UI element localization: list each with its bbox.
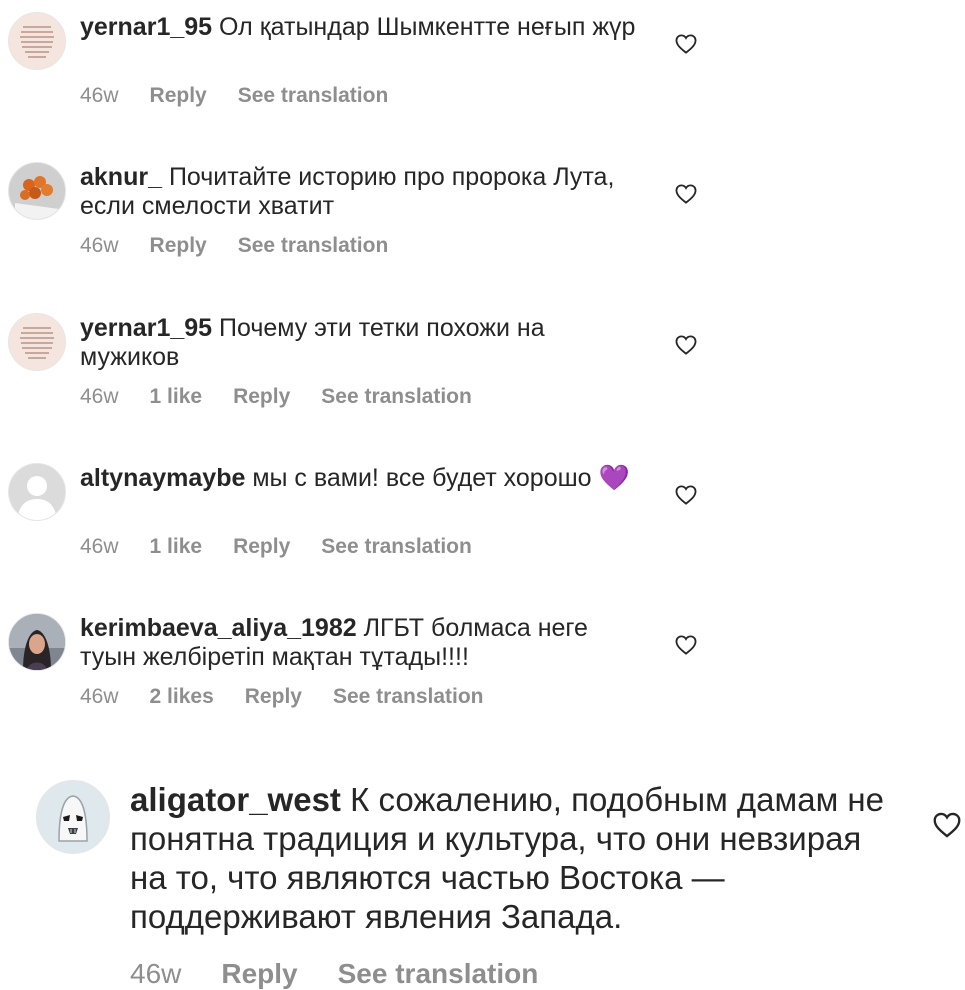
heart-icon[interactable] — [675, 34, 697, 54]
comment-username[interactable]: altynaymaybe — [80, 464, 245, 492]
comment-username[interactable]: aligator_west — [130, 781, 341, 818]
comment-username[interactable]: aknur_ — [80, 163, 162, 191]
likes-count-button[interactable]: 2 likes — [150, 685, 214, 709]
quote-card-avatar-icon — [9, 13, 65, 69]
avatar[interactable] — [8, 12, 66, 70]
portrait-photo-avatar-icon — [9, 614, 65, 670]
comment-time: 46w — [80, 385, 119, 408]
comment-body: Ол қатындар Шымкентте неғып жүр — [219, 13, 636, 41]
likes-count-button[interactable]: 1 like — [150, 535, 203, 559]
comment-username[interactable]: kerimbaeva_aliya_1982 — [80, 614, 357, 642]
comment-meta: 46w Reply See translation — [80, 84, 419, 108]
reply-button[interactable]: Reply — [233, 385, 290, 409]
see-translation-button[interactable]: See translation — [321, 535, 472, 559]
purple-heart-emoji: 💜 — [598, 464, 630, 492]
comment-text: yernar1_95 Почему эти тетки похожи на му… — [80, 314, 640, 372]
comment-username[interactable]: yernar1_95 — [80, 314, 212, 342]
comment-text: aknur_ Почитайте историю про пророка Лут… — [80, 163, 640, 221]
stormtrooper-avatar-icon — [37, 781, 109, 853]
reply-button[interactable]: Reply — [245, 685, 302, 709]
comment-text: aligator_west К сожалению, подобным дама… — [130, 780, 890, 936]
see-translation-button[interactable]: See translation — [333, 685, 484, 709]
avatar[interactable] — [8, 162, 66, 220]
comment-time: 46w — [80, 84, 119, 107]
heart-icon[interactable] — [675, 485, 697, 505]
food-photo-avatar-icon — [9, 163, 65, 219]
heart-icon[interactable] — [675, 184, 697, 204]
reply-button[interactable]: Reply — [233, 535, 290, 559]
heart-icon[interactable] — [675, 635, 697, 655]
reply-button[interactable]: Reply — [150, 234, 207, 258]
default-user-avatar-icon — [9, 464, 65, 520]
avatar[interactable] — [8, 613, 66, 671]
comment-meta: 46w 2 likes Reply See translation — [80, 685, 515, 709]
heart-icon[interactable] — [933, 812, 961, 838]
avatar[interactable] — [8, 313, 66, 371]
see-translation-button[interactable]: See translation — [238, 234, 389, 258]
comment-time: 46w — [80, 685, 119, 708]
reply-button[interactable]: Reply — [150, 84, 207, 108]
comment-meta: 46w Reply See translation — [80, 234, 419, 258]
reply-button[interactable]: Reply — [221, 958, 297, 990]
comment-time: 46w — [130, 958, 182, 989]
comment-username[interactable]: yernar1_95 — [80, 13, 212, 41]
comment-meta: 46w 1 like Reply See translation — [80, 535, 503, 559]
see-translation-button[interactable]: See translation — [238, 84, 389, 108]
see-translation-button[interactable]: See translation — [338, 958, 539, 990]
likes-count-button[interactable]: 1 like — [150, 385, 203, 409]
comment-time: 46w — [80, 234, 119, 257]
avatar[interactable] — [36, 780, 110, 854]
comment-time: 46w — [80, 535, 119, 558]
comment-body: мы с вами! все будет хорошо — [252, 464, 592, 492]
see-translation-button[interactable]: See translation — [321, 385, 472, 409]
heart-icon[interactable] — [675, 335, 697, 355]
comment-text: kerimbaeva_aliya_1982 ЛГБТ болмаса неге … — [80, 614, 640, 672]
quote-card-avatar-icon — [9, 314, 65, 370]
comment-meta: 46w 1 like Reply See translation — [80, 385, 503, 409]
avatar[interactable] — [8, 463, 66, 521]
comment-text: altynaymaybe мы с вами! все будет хорошо… — [80, 464, 640, 493]
comment-text: yernar1_95 Ол қатындар Шымкентте неғып ж… — [80, 13, 640, 42]
comment-meta: 46w Reply See translation — [130, 958, 578, 990]
